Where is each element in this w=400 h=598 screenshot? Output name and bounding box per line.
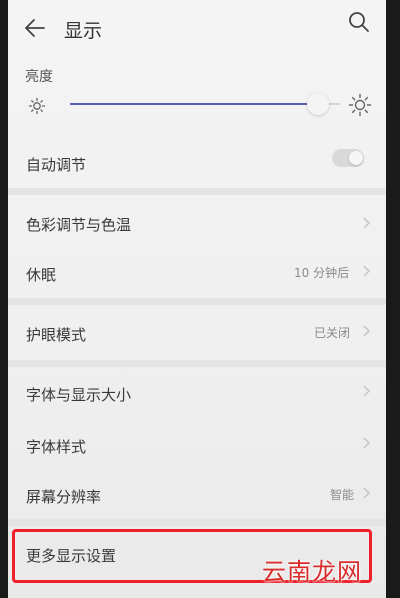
eye-protect-value: 已关闭: [314, 326, 351, 340]
resolution-row[interactable]: 屏幕分辨率 智能: [8, 474, 386, 516]
auto-adjust-row[interactable]: 自动调节: [8, 140, 386, 180]
brightness-slider-thumb[interactable]: [307, 93, 329, 115]
watermark-text: 云南龙网: [262, 558, 362, 586]
section-divider: [8, 360, 386, 367]
settings-screen: 显示 亮度 自动调节 色彩调节与色温 休眠 10 分钟后 护眼模式 已关闭 字体…: [8, 0, 386, 598]
chevron-right-icon: [363, 325, 371, 337]
font-style-row[interactable]: 字体样式: [8, 424, 386, 466]
color-temp-label: 色彩调节与色温: [26, 216, 132, 234]
sun-large-icon: [348, 93, 372, 117]
top-bar: 显示: [8, 0, 386, 58]
section-divider: [8, 298, 386, 305]
eye-protect-row[interactable]: 护眼模式 已关闭: [8, 310, 386, 356]
resolution-value: 智能: [330, 488, 355, 502]
chevron-right-icon: [363, 385, 371, 397]
toggle-knob: [349, 151, 363, 165]
resolution-label: 屏幕分辨率: [26, 488, 102, 506]
font-size-row[interactable]: 字体与显示大小: [8, 372, 386, 414]
chevron-right-icon: [363, 487, 371, 499]
auto-adjust-label: 自动调节: [26, 156, 87, 174]
sleep-row[interactable]: 休眠 10 分钟后: [8, 252, 386, 294]
color-temp-row[interactable]: 色彩调节与色温: [8, 200, 386, 246]
page-title: 显示: [64, 20, 103, 42]
section-divider: [8, 188, 386, 195]
brightness-slider-track[interactable]: [70, 103, 312, 105]
chevron-right-icon: [363, 217, 371, 229]
sun-small-icon: [28, 97, 46, 115]
chevron-right-icon: [363, 265, 371, 277]
eye-protect-label: 护眼模式: [26, 326, 87, 344]
sleep-label: 休眠: [26, 266, 57, 284]
font-style-label: 字体样式: [26, 438, 87, 456]
arrow-left-icon[interactable]: [22, 15, 48, 41]
section-divider: [8, 519, 386, 526]
font-size-label: 字体与显示大小: [26, 386, 132, 404]
auto-adjust-toggle[interactable]: [332, 149, 364, 167]
search-icon[interactable]: [346, 9, 372, 35]
chevron-right-icon: [363, 437, 371, 449]
brightness-label: 亮度: [25, 69, 53, 85]
sleep-value: 10 分钟后: [294, 266, 350, 280]
